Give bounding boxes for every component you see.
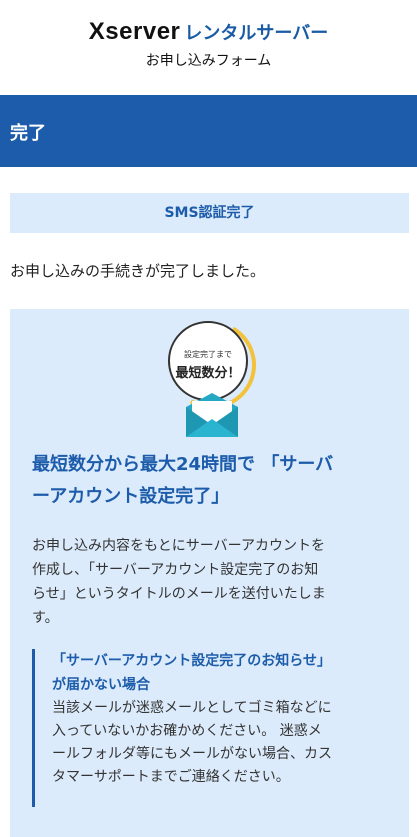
envelope-icon xyxy=(186,393,238,437)
note-title-line: が届かない場合 xyxy=(52,677,150,693)
note-body: 当該メールが迷惑メールとしてゴミ箱などに 入っていないかお確かめください。 迷惑… xyxy=(52,697,390,789)
badge-circle xyxy=(168,321,248,401)
sms-status-box: SMS認証完了 xyxy=(10,193,409,233)
note-body-line: 入っていないかお確かめください。 迷惑メ xyxy=(52,723,322,739)
note-body-line: タマーサポートまでご連絡ください。 xyxy=(52,769,290,785)
logo-sub: レンタルサーバー xyxy=(184,23,329,44)
info-panel: 設定完了まで 最短数分！ 最短数分から最大24時間で 「サーバ ーアカウント設定… xyxy=(10,309,409,837)
note-title-line: 「サーバーアカウント設定完了のお知らせ」 xyxy=(52,653,332,669)
completion-message: お申し込みの手続きが完了しました。 xyxy=(10,262,266,280)
body-line: す。 xyxy=(32,610,59,626)
note-title: 「サーバーアカウント設定完了のお知らせ」 が届かない場合 xyxy=(52,649,390,697)
form-title: お申し込みフォーム xyxy=(145,53,272,69)
badge-small-text: 設定完了まで xyxy=(184,350,232,359)
headline-line: ーアカウント設定完了」 xyxy=(32,486,230,507)
headline-line: 最短数分から最大24時間で 「サーバ xyxy=(32,454,334,475)
sms-status-label: SMS認証完了 xyxy=(164,205,255,221)
setup-time-badge: 設定完了まで 最短数分！ xyxy=(158,311,274,441)
note-body-line: ールフォルダ等にもメールがない場合、カス xyxy=(52,746,332,762)
info-body: お申し込み内容をもとにサーバーアカウントを 作成し、「サーバーアカウント設定完了… xyxy=(32,534,397,630)
body-line: 作成し、「サーバーアカウント設定完了のお知 xyxy=(32,562,319,578)
xserver-logo[interactable]: Xserver レンタルサーバー xyxy=(0,18,417,46)
step-title-bar: 完了 xyxy=(0,95,417,167)
not-received-note: 「サーバーアカウント設定完了のお知らせ」 が届かない場合 当該メールが迷惑メール… xyxy=(32,649,390,807)
body-line: らせ」というタイトルのメールを送付いたしま xyxy=(32,586,326,602)
note-body-line: 当該メールが迷惑メールとしてゴミ箱などに xyxy=(52,700,332,716)
logo-main: Xserver xyxy=(88,18,181,45)
badge-big-text: 最短数分！ xyxy=(175,366,241,381)
step-title: 完了 xyxy=(10,123,46,144)
body-line: お申し込み内容をもとにサーバーアカウントを xyxy=(32,538,326,554)
info-headline: 最短数分から最大24時間で 「サーバ ーアカウント設定完了」 xyxy=(32,449,397,513)
site-header: Xserver レンタルサーバー お申し込みフォーム xyxy=(0,0,417,95)
